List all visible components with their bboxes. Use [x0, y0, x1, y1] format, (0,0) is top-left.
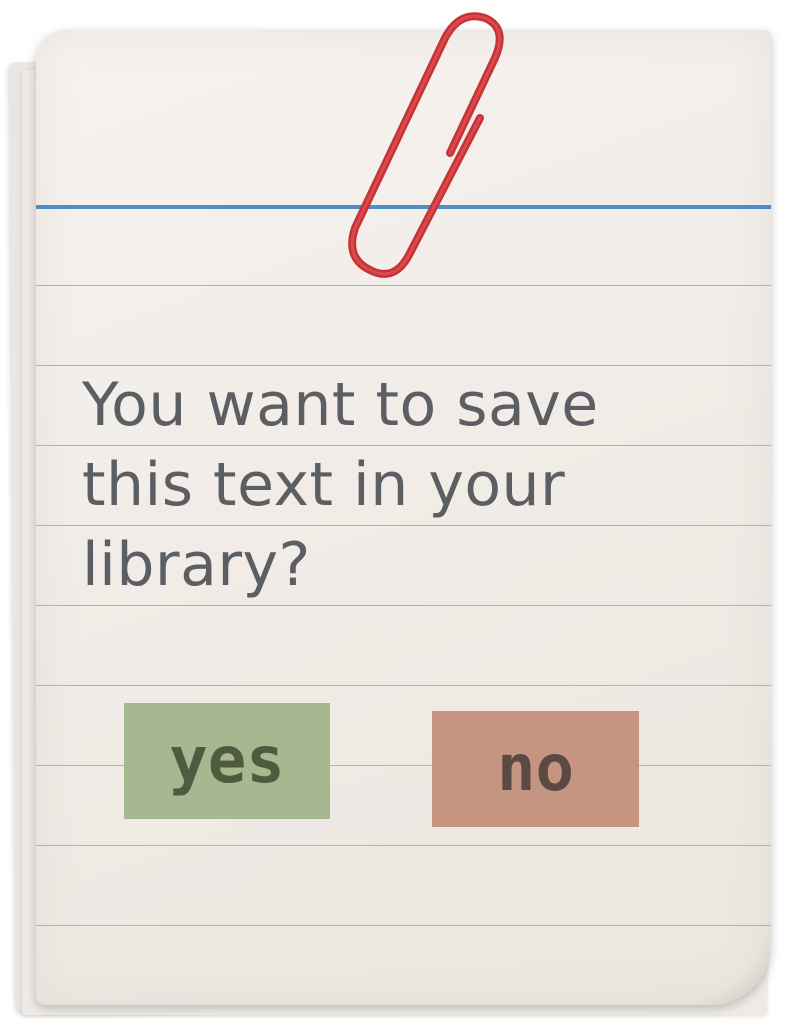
ruled-line	[36, 605, 771, 606]
paper-clip-icon	[348, 12, 504, 278]
yes-button[interactable]: yes	[124, 703, 330, 819]
ruled-line	[36, 925, 771, 926]
note-dialog: You want to save this text in your libra…	[0, 0, 785, 1028]
confirm-message: You want to save this text in your libra…	[82, 370, 599, 600]
no-button[interactable]: no	[432, 711, 639, 827]
ruled-line	[36, 845, 771, 846]
ruled-line	[36, 685, 771, 686]
